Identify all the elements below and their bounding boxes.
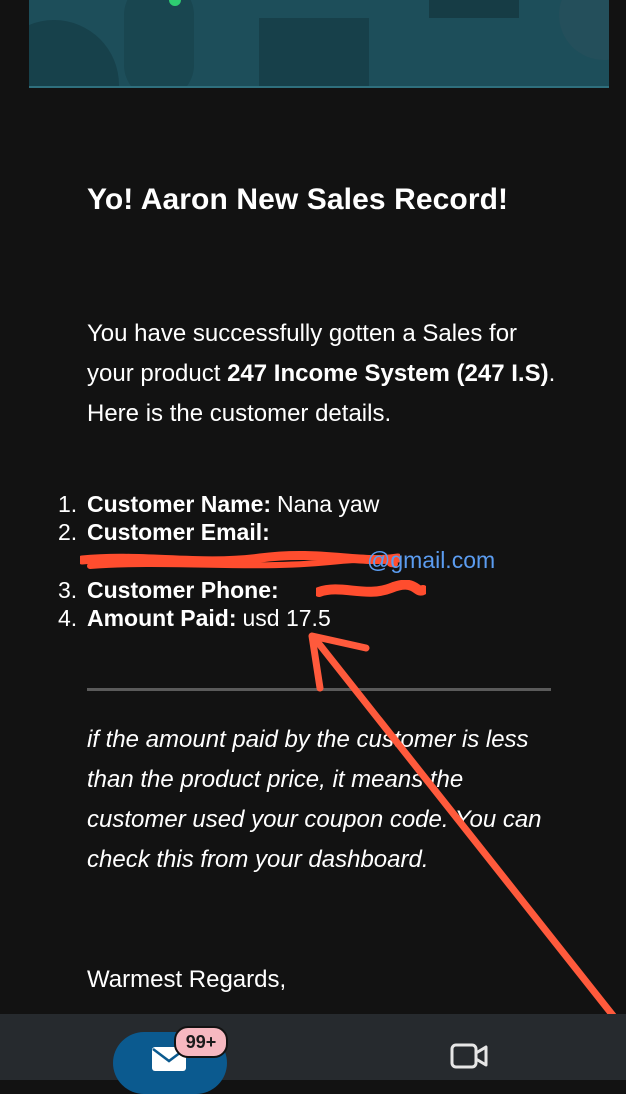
- list-item: 2. Customer Email:: [58, 518, 558, 546]
- video-icon[interactable]: [450, 1042, 488, 1070]
- banner-shape: [559, 0, 609, 60]
- bottom-nav: [0, 1014, 626, 1094]
- detail-label: Customer Phone:: [87, 577, 279, 603]
- list-number: 2.: [58, 519, 78, 545]
- email-title: Yo! Aaron New Sales Record!: [87, 183, 509, 216]
- email-link[interactable]: @gmail.com: [367, 546, 495, 574]
- list-item: 1. Customer Name: Nana yaw: [58, 490, 558, 518]
- list-item: 3. Customer Phone:: [58, 576, 558, 604]
- redaction-scribble: [316, 580, 426, 597]
- customer-email-value: @gmail.com: [58, 546, 558, 576]
- email-intro: You have successfully gotten a Sales for…: [87, 314, 557, 434]
- list-item: 4. Amount Paid: usd 17.5: [58, 604, 558, 632]
- product-name: 247 Income System (247 I.S): [227, 360, 549, 387]
- unread-badge: 99+: [174, 1026, 228, 1058]
- detail-label: Customer Name:: [87, 491, 272, 517]
- list-number: 1.: [58, 491, 78, 517]
- detail-label: Customer Email:: [87, 519, 270, 545]
- email-header-banner: [29, 0, 609, 88]
- banner-shape: [124, 0, 194, 86]
- banner-shape: [429, 0, 519, 18]
- amount-paid-value: usd 17.5: [242, 605, 331, 631]
- list-number: 3.: [58, 577, 78, 603]
- banner-shape: [259, 18, 369, 86]
- redaction-scribble: [80, 550, 400, 569]
- signoff: Warmest Regards,: [87, 966, 287, 993]
- detail-label: Amount Paid:: [87, 605, 237, 631]
- customer-name-value: Nana yaw: [277, 491, 380, 517]
- banner-shape: [29, 20, 119, 86]
- customer-details-list: 1. Customer Name: Nana yaw 2. Customer E…: [58, 490, 558, 632]
- coupon-note: if the amount paid by the customer is le…: [87, 726, 542, 873]
- list-number: 4.: [58, 605, 78, 631]
- divider: [87, 688, 551, 691]
